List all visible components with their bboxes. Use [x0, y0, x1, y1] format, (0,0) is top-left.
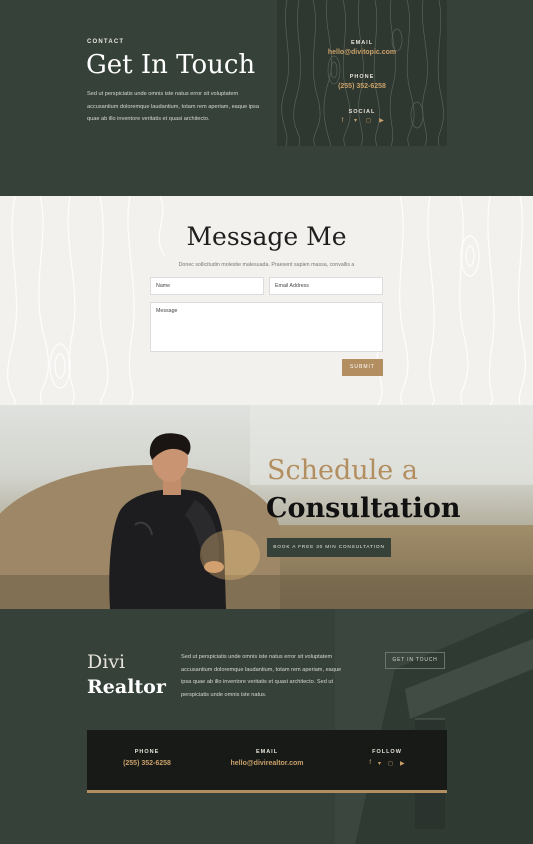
- get-in-touch-section: CONTACT Get In Touch Sed ut perspiciatis…: [0, 0, 533, 196]
- phone-link[interactable]: (255) 352-6258: [277, 83, 447, 90]
- message-me-title: Message Me: [186, 222, 347, 251]
- wood-grain-pattern: [281, 0, 444, 146]
- instagram-icon[interactable]: ◻: [388, 760, 393, 767]
- book-consultation-button[interactable]: BOOK A FREE 30 MIN CONSULTATION: [267, 538, 391, 557]
- footer: Divi Realtor Sed ut perspiciatis unde om…: [0, 609, 533, 844]
- message-me-subtitle: Donec sollicitudin molestie malesuada. P…: [178, 262, 355, 268]
- footer-social-icons: f ▾ ◻ ▶: [327, 760, 447, 767]
- building-photo: [335, 609, 533, 844]
- email-label: EMAIL: [350, 40, 374, 46]
- twitter-icon[interactable]: ▾: [378, 760, 381, 767]
- facebook-icon[interactable]: f: [340, 118, 346, 124]
- footer-phone-link[interactable]: (255) 352-6258: [87, 760, 207, 767]
- twitter-icon[interactable]: ▾: [353, 118, 359, 124]
- schedule-heading: Schedule a: [267, 455, 418, 486]
- message-me-section: Message Me Donec sollicitudin molestie m…: [0, 196, 533, 405]
- footer-email-link[interactable]: hello@divirealtor.com: [207, 760, 327, 767]
- building-shape: [355, 609, 533, 844]
- youtube-icon[interactable]: ▶: [379, 118, 385, 124]
- message-textarea[interactable]: Message: [150, 302, 383, 352]
- social-icons: f ▾ ◻ ▶: [277, 118, 447, 124]
- footer-email-label: EMAIL: [255, 749, 279, 755]
- contact-bar: PHONE (255) 352-6258 EMAIL hello@divirea…: [87, 730, 447, 793]
- get-in-touch-description: Sed ut perspiciatis unde omnis iste natu…: [87, 91, 259, 122]
- footer-description: Sed ut perspiciatis unde omnis iste natu…: [181, 654, 342, 698]
- facebook-icon[interactable]: f: [369, 760, 371, 767]
- schedule-consultation-section: Schedule a Consultation BOOK A FREE 30 M…: [0, 405, 533, 609]
- footer-phone-label: PHONE: [134, 749, 160, 755]
- contact-eyebrow: CONTACT: [87, 39, 125, 45]
- youtube-icon[interactable]: ▶: [400, 760, 405, 767]
- footer-follow-label: FOLLOW: [372, 749, 402, 755]
- instagram-icon[interactable]: ◻: [366, 118, 372, 124]
- email-placeholder: Email Address: [275, 283, 309, 289]
- email-link[interactable]: hello@divitopic.com: [277, 49, 447, 56]
- get-in-touch-button[interactable]: GET IN TOUCH: [385, 652, 445, 669]
- brand-name-line2: Realtor: [87, 676, 166, 698]
- message-placeholder: Message: [156, 308, 178, 314]
- submit-button[interactable]: SUBMIT: [342, 359, 383, 376]
- phone-label: PHONE: [349, 74, 375, 80]
- social-label: SOCIAL: [348, 109, 376, 115]
- get-in-touch-title: Get In Touch: [86, 50, 256, 80]
- gold-divider: [87, 790, 447, 793]
- email-input[interactable]: Email Address: [269, 277, 383, 295]
- brand-name-line1: Divi: [87, 651, 126, 673]
- consultation-heading: Consultation: [266, 493, 461, 524]
- contact-info-card: EMAIL hello@divitopic.com PHONE (255) 35…: [277, 0, 447, 146]
- name-input[interactable]: Name: [150, 277, 264, 295]
- name-placeholder: Name: [156, 283, 171, 289]
